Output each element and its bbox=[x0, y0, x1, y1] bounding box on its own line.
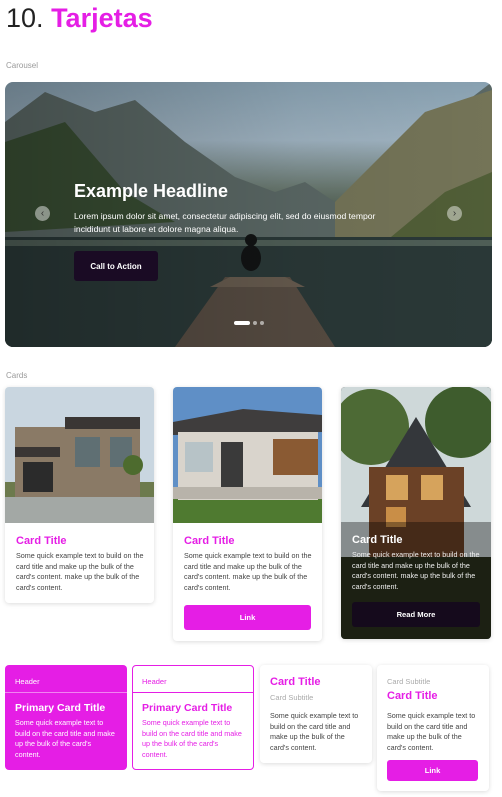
carousel: Example Headline Lorem ipsum dolor sit a… bbox=[5, 82, 492, 347]
primary-card-solid: Header Primary Card Title Some quick exa… bbox=[5, 665, 127, 770]
carousel-headline: Example Headline bbox=[74, 181, 229, 201]
primary-card-outline-header: Header bbox=[142, 677, 167, 686]
carousel-body: Lorem ipsum dolor sit amet, consectetur … bbox=[74, 211, 376, 234]
primary-card-solid-text: Some quick example text to build on the … bbox=[15, 718, 115, 759]
card-2-title: Card Title bbox=[184, 535, 235, 547]
link-card-text: Some quick example text to build on the … bbox=[387, 711, 476, 752]
card-3-text: Some quick example text to build on the … bbox=[352, 550, 480, 591]
primary-card-solid-header: Header bbox=[15, 677, 40, 686]
link-card-title: Card Title bbox=[387, 690, 438, 702]
primary-card-outline-text: Some quick example text to build on the … bbox=[142, 718, 242, 759]
card-2-text: Some quick example text to build on the … bbox=[184, 551, 312, 592]
section-label-carousel: Carousel bbox=[6, 61, 39, 70]
carousel-indicator-3[interactable] bbox=[260, 321, 264, 325]
page-title: 10. Tarjetas bbox=[6, 2, 153, 34]
call-to-action-button[interactable]: Call to Action bbox=[74, 251, 158, 281]
subtitle-card-subtitle: Card Subtitle bbox=[270, 693, 314, 702]
carousel-indicators bbox=[234, 321, 264, 325]
card-2-link-button[interactable]: Link bbox=[184, 605, 311, 630]
chevron-left-icon[interactable]: ‹ bbox=[35, 206, 50, 221]
card-2-image bbox=[173, 387, 322, 523]
page-number: 10. bbox=[6, 3, 44, 33]
card-2: Card Title Some quick example text to bu… bbox=[173, 387, 322, 641]
section-label-cards: Cards bbox=[6, 371, 28, 380]
carousel-indicator-1[interactable] bbox=[234, 321, 250, 325]
chevron-right-icon[interactable]: › bbox=[447, 206, 462, 221]
link-card-subtitle: Card Subtitle bbox=[387, 677, 431, 686]
primary-card-outline-title: Primary Card Title bbox=[142, 702, 233, 714]
primary-card-solid-title: Primary Card Title bbox=[15, 702, 106, 714]
card-1-text: Some quick example text to build on the … bbox=[16, 551, 144, 592]
page-title-text: Tarjetas bbox=[51, 3, 153, 33]
card-3: Card Title Some quick example text to bu… bbox=[341, 387, 491, 639]
card-3-title: Card Title bbox=[352, 534, 403, 546]
card-3-read-more-button[interactable]: Read More bbox=[352, 602, 480, 627]
card-1-image bbox=[5, 387, 154, 523]
subtitle-card: Card Title Card Subtitle Some quick exam… bbox=[260, 665, 372, 763]
card-1: Card Title Some quick example text to bu… bbox=[5, 387, 154, 603]
carousel-indicator-2[interactable] bbox=[253, 321, 257, 325]
card-1-title: Card Title bbox=[16, 535, 67, 547]
subtitle-card-text: Some quick example text to build on the … bbox=[270, 711, 359, 752]
link-card-link-button[interactable]: Link bbox=[387, 760, 478, 781]
primary-card-outline: Header Primary Card Title Some quick exa… bbox=[132, 665, 254, 770]
subtitle-card-title: Card Title bbox=[270, 676, 321, 688]
link-card: Card Subtitle Card Title Some quick exam… bbox=[377, 665, 489, 791]
